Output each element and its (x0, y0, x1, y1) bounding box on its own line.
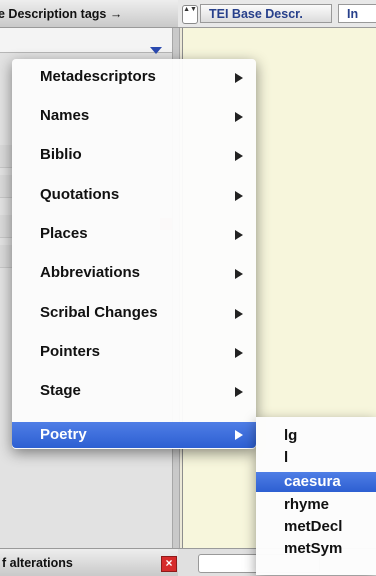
tab-in[interactable]: In (338, 4, 376, 23)
context-menu: Metadescriptors Names Biblio Quotations … (12, 59, 256, 449)
alterations-panel-header: f alterations × (0, 548, 178, 576)
chevron-right-icon (235, 387, 243, 397)
menu-item-biblio[interactable]: Biblio (12, 137, 256, 176)
menu-item-pointers[interactable]: Pointers (12, 334, 256, 373)
chevron-right-icon (235, 430, 243, 440)
tab-tei-base-descr[interactable]: TEI Base Descr. (200, 4, 332, 23)
poetry-submenu: lg l caesura rhyme metDecl metSym (256, 417, 376, 575)
tag-category-dropdown[interactable] (0, 28, 172, 53)
submenu-item-lg[interactable]: lg (256, 426, 376, 446)
chevron-right-icon (235, 348, 243, 358)
chevron-right-icon (235, 151, 243, 161)
chevron-right-icon (235, 112, 243, 122)
menu-item-quotations[interactable]: Quotations (12, 177, 256, 216)
submenu-item-l[interactable]: l (256, 448, 376, 468)
menu-item-scribal-changes[interactable]: Scribal Changes (12, 295, 256, 334)
chevron-right-icon (235, 269, 243, 279)
submenu-item-rhyme[interactable]: rhyme (256, 495, 376, 515)
tab-bar: ▲▼ TEI Base Descr. In (178, 0, 376, 28)
menu-item-metadescriptors[interactable]: Metadescriptors (12, 59, 256, 98)
panel-header: e Description tags → (0, 0, 178, 28)
menu-item-poetry[interactable]: Poetry (12, 422, 256, 448)
tab-stepper[interactable]: ▲▼ (182, 5, 198, 24)
menu-item-abbreviations[interactable]: Abbreviations (12, 255, 256, 294)
close-icon[interactable]: × (161, 556, 177, 572)
chevron-right-icon (235, 309, 243, 319)
chevron-right-icon (235, 230, 243, 240)
submenu-item-metsym[interactable]: metSym (256, 539, 376, 559)
chevron-down-icon[interactable] (150, 47, 162, 54)
chevron-right-icon (235, 191, 243, 201)
menu-item-places[interactable]: Places (12, 216, 256, 255)
submenu-item-caesura[interactable]: caesura (256, 472, 376, 492)
menu-item-stage[interactable]: Stage (12, 373, 256, 412)
panel-title: e Description tags → (0, 6, 123, 21)
submenu-item-metdecl[interactable]: metDecl (256, 517, 376, 537)
menu-item-names[interactable]: Names (12, 98, 256, 137)
chevron-right-icon (235, 73, 243, 83)
alterations-panel-title: f alterations (2, 555, 73, 570)
